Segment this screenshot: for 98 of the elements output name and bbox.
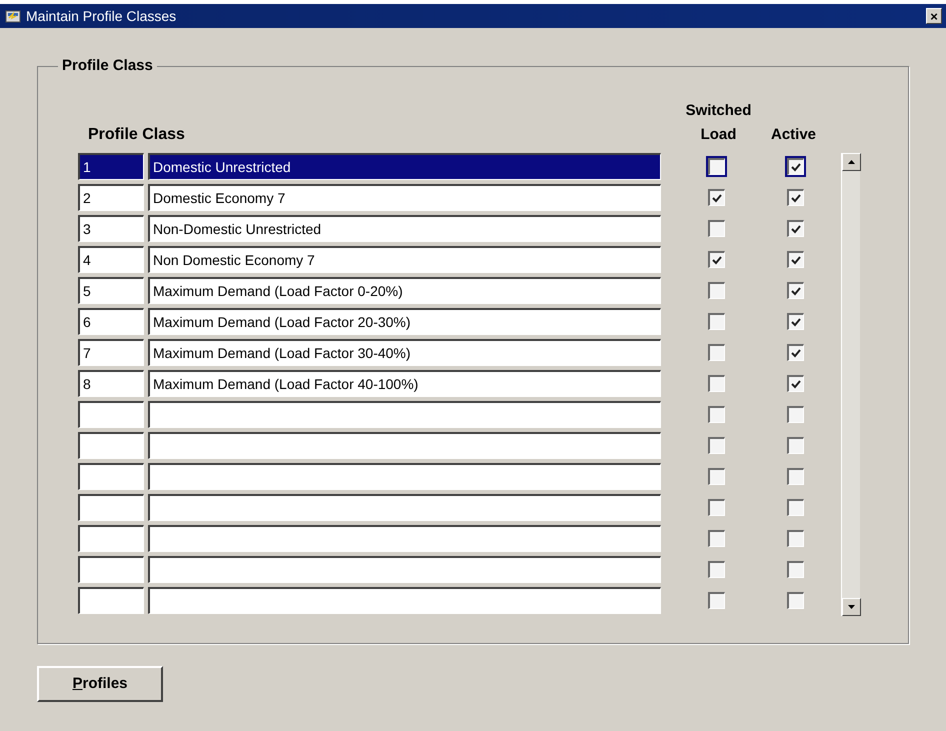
checkbox[interactable] [708,344,725,361]
name-field[interactable] [148,463,661,490]
checkbox[interactable] [708,468,725,485]
checkbox[interactable] [787,158,804,175]
name-field[interactable] [148,525,661,552]
column-header: Active [770,125,818,145]
checkbox[interactable] [787,313,804,330]
name-field[interactable] [148,494,661,521]
row-number: 6 [83,312,91,332]
checkbox[interactable] [708,561,725,578]
row-number: 8 [83,374,91,394]
row-number: 7 [83,344,91,362]
scrollbar[interactable] [841,153,860,616]
number-field[interactable]: 7 [78,339,144,366]
up-arrow-icon [848,160,855,164]
name-field[interactable]: Non Domestic Economy 7 [148,246,661,273]
profiles-button[interactable]: Profiles [37,666,163,702]
name-field[interactable] [148,432,661,459]
profile-class-name: Maximum Demand (Load Factor 30-40%) [153,344,411,363]
checkbox[interactable] [787,437,804,454]
name-field[interactable]: Maximum Demand (Load Factor 0-20%) [148,277,661,304]
profile-class-name: Maximum Demand (Load Factor 0-20%) [153,282,403,301]
profile-class-name: Domestic Economy 7 [153,188,286,208]
checkmark-icon [791,286,801,296]
checkbox[interactable] [708,158,725,175]
checkbox[interactable] [787,344,804,361]
number-field[interactable] [78,432,144,459]
number-field[interactable] [78,556,144,583]
name-field[interactable] [148,556,661,583]
checkbox[interactable] [787,592,804,609]
number-field[interactable]: 5 [78,277,144,304]
checkbox[interactable] [787,189,804,206]
row-number: 4 [83,250,91,270]
checkbox[interactable] [787,282,804,299]
profile-class-name: Maximum Demand (Load Factor 20-30%) [153,312,411,332]
number-field[interactable]: 2 [78,184,144,211]
checkbox[interactable] [787,375,804,392]
checkbox[interactable] [708,592,725,609]
number-field[interactable]: 1 [78,153,144,180]
name-field[interactable]: Non-Domestic Unrestricted [148,215,661,242]
scroll-up-button[interactable] [842,153,861,171]
checkmark-icon [791,380,801,388]
checkmark-icon [791,224,801,234]
column-header: Switched Load [684,101,752,145]
row-number: 2 [83,188,91,208]
number-field[interactable] [78,494,144,521]
checkbox[interactable] [708,189,725,206]
number-field[interactable] [78,463,144,490]
checkbox[interactable] [708,530,725,547]
name-field[interactable]: Domestic Economy 7 [148,184,661,211]
name-field[interactable]: Maximum Demand (Load Factor 40-100%) [148,370,661,397]
profile-class-name: Maximum Demand (Load Factor 40-100%) [153,374,418,394]
checkmark-icon [791,162,801,172]
checkmark-icon [791,348,801,358]
number-field[interactable]: 8 [78,370,144,397]
checkbox[interactable] [708,406,725,423]
checkbox[interactable] [787,530,804,547]
checkmark-icon [791,256,801,264]
number-field[interactable] [78,525,144,552]
down-arrow-icon [848,605,855,609]
row-number: 5 [83,282,91,300]
checkmark-icon [712,256,722,264]
checkbox[interactable] [787,468,804,485]
number-field[interactable]: 6 [78,308,144,335]
checkbox[interactable] [708,313,725,330]
profile-class-name: Non-Domestic Unrestricted [153,220,322,238]
row-number: 3 [83,220,91,238]
number-field[interactable]: 3 [78,215,144,242]
checkbox[interactable] [787,220,804,237]
number-field[interactable] [78,587,144,614]
app-icon [4,8,22,24]
checkbox[interactable] [708,375,725,392]
checkbox[interactable] [708,251,725,268]
column-header: Profile Class [88,125,186,145]
window-title: Maintain Profile Classes [26,6,178,26]
row-number: 1 [83,158,91,176]
checkbox[interactable] [708,437,725,454]
checkbox[interactable] [787,499,804,516]
checkbox[interactable] [708,499,725,516]
name-field[interactable]: Maximum Demand (Load Factor 30-40%) [148,339,661,366]
checkbox[interactable] [708,282,725,299]
name-field[interactable]: Domestic Unrestricted [148,153,661,180]
checkbox[interactable] [787,561,804,578]
name-field[interactable]: Maximum Demand (Load Factor 20-30%) [148,308,661,335]
checkmark-icon [791,194,801,202]
close-button[interactable]: × [926,8,942,24]
checkmark-icon [712,194,722,202]
checkmark-icon [791,318,801,326]
checkbox[interactable] [708,220,725,237]
profile-class-name: Non Domestic Economy 7 [153,250,315,270]
profile-class-name: Domestic Unrestricted [153,158,291,176]
name-field[interactable] [148,401,661,428]
checkbox[interactable] [787,406,804,423]
number-field[interactable] [78,401,144,428]
number-field[interactable]: 4 [78,246,144,273]
checkbox[interactable] [787,251,804,268]
scroll-down-button[interactable] [842,598,861,616]
name-field[interactable] [148,587,661,614]
